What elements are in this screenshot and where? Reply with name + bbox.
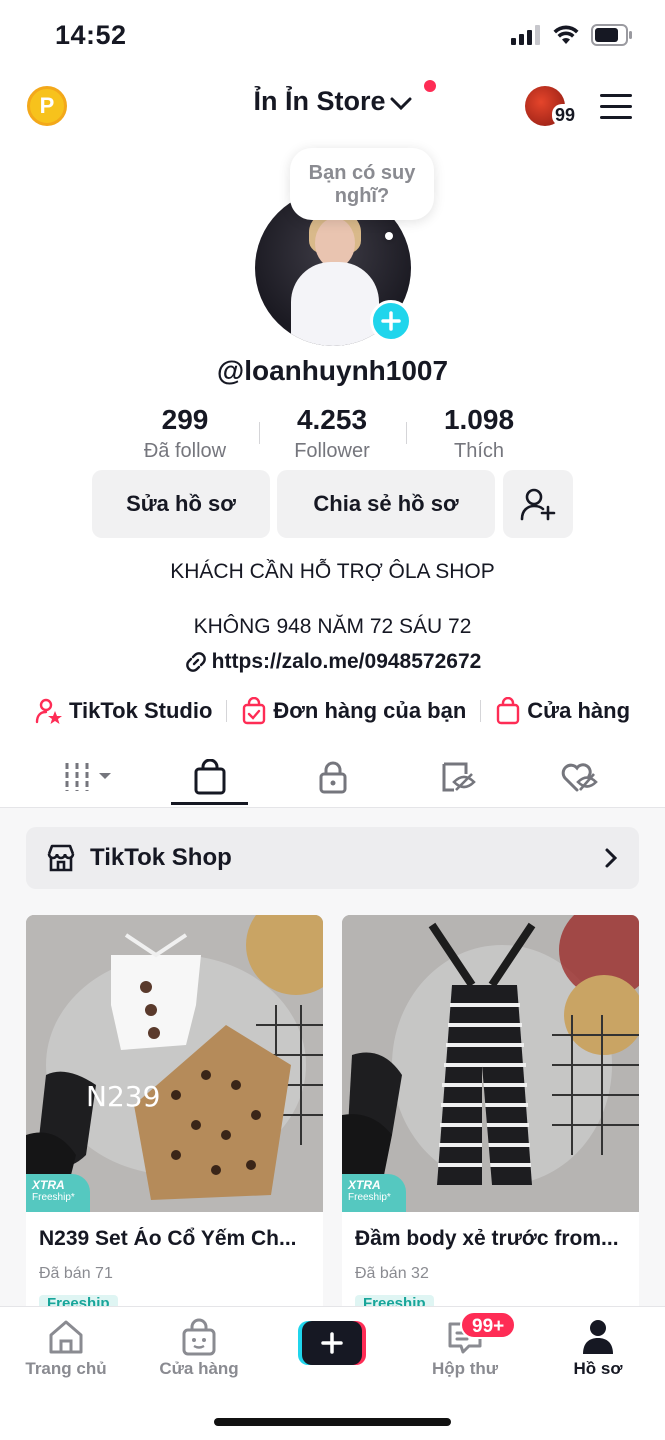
avatar-count: 99: [552, 104, 579, 126]
shop-link[interactable]: Cửa hàng: [495, 697, 630, 725]
product-title: Đầm body xẻ trước from...: [355, 1227, 619, 1250]
shop-bar-label: TikTok Shop: [90, 844, 232, 871]
shop-label: Cửa hàng: [527, 698, 631, 723]
product-image: XTRA Freeship*: [342, 915, 639, 1212]
stat-value: 1.098: [443, 404, 515, 435]
tab-shop[interactable]: [180, 754, 240, 800]
thought-bubble[interactable]: Bạn có suy nghĩ?: [290, 148, 434, 220]
tab-videos[interactable]: [57, 754, 117, 800]
stat-label: Follower: [294, 440, 370, 462]
nav-home-label: Trang chủ: [25, 1359, 107, 1378]
xtra-sub: Freeship*: [348, 1192, 391, 1203]
studio-label: TikTok Studio: [68, 698, 213, 723]
tab-liked[interactable]: [549, 754, 609, 800]
orders-icon: [243, 697, 266, 725]
profile-link[interactable]: https://zalo.me/0948572672: [0, 650, 665, 674]
lock-icon: [319, 761, 347, 794]
profile-stats: 299 Đã follow 4.253 Follower 1.098 Thích: [0, 404, 665, 464]
link-icon: [185, 652, 206, 673]
chevron-right-icon: [605, 848, 618, 868]
nav-profile-label: Hồ sơ: [573, 1359, 623, 1378]
xtra-freeship-badge: XTRA Freeship*: [342, 1174, 406, 1212]
shopping-bag-icon: [497, 697, 520, 725]
menu-icon[interactable]: [600, 94, 632, 127]
stat-label: Thích: [453, 440, 505, 462]
add-friend-button[interactable]: [503, 470, 573, 538]
plus-icon: [321, 1332, 343, 1354]
wifi-icon: [553, 25, 579, 44]
nav-shop-label: Cửa hàng: [159, 1359, 239, 1378]
signal-icon: [511, 25, 540, 45]
xtra-label: XTRA: [348, 1178, 381, 1192]
stat-likes[interactable]: 1.098 Thích: [404, 404, 554, 463]
bubble-dot: [385, 232, 393, 240]
product-sold: Đã bán 32: [355, 1265, 429, 1282]
username: @loanhuynh1007: [216, 355, 449, 386]
product-sold: Đã bán 71: [39, 1265, 113, 1282]
hidden-repost-icon: [442, 762, 476, 792]
stat-following[interactable]: 299 Đã follow: [110, 404, 260, 463]
top-bar: P Ỉn Ỉn Store 99: [0, 76, 665, 136]
nav-shop[interactable]: Cửa hàng: [144, 1315, 254, 1379]
notification-dot: [424, 80, 436, 92]
divider: [480, 700, 482, 722]
nav-inbox-label: Hộp thư: [431, 1359, 499, 1378]
share-profile-button[interactable]: Chia sẻ hồ sơ: [277, 470, 495, 538]
quick-links: TikTok Studio Đơn hàng của bạn Cửa hàng: [0, 694, 665, 728]
stat-value: 4.253: [296, 404, 368, 435]
bio-line: KHÔNG 948 NĂM 72 SÁU 72: [193, 615, 472, 638]
hidden-heart-icon: [561, 763, 598, 792]
xtra-sub: Freeship*: [32, 1192, 75, 1203]
add-story-icon[interactable]: [370, 300, 412, 342]
stat-label: Đã follow: [143, 440, 227, 462]
home-indicator: [214, 1418, 451, 1426]
tiktok-shop-button[interactable]: TikTok Shop: [26, 827, 639, 889]
stat-value: 299: [161, 404, 209, 435]
orders-link[interactable]: Đơn hàng của bạn: [241, 697, 466, 725]
xtra-freeship-badge: XTRA Freeship*: [26, 1174, 90, 1212]
status-time: 14:52: [55, 20, 127, 50]
link-text: https://zalo.me/0948572672: [211, 650, 482, 673]
product-card[interactable]: XTRA Freeship* Đầm body xẻ trước from... …: [342, 915, 639, 1315]
product-card[interactable]: N239 XTRA Freeship* N239 Set Áo Cổ Yếm Ch…: [26, 915, 323, 1315]
battery-icon: [591, 24, 632, 46]
nav-home[interactable]: Trang chủ: [11, 1315, 121, 1379]
tiktok-studio-link[interactable]: TikTok Studio: [35, 697, 212, 725]
shopping-bag-icon: [194, 759, 226, 795]
product-image: N239 XTRA Freeship*: [26, 915, 323, 1212]
tab-private[interactable]: [303, 754, 363, 800]
divider: [226, 700, 228, 722]
studio-icon: [35, 698, 62, 724]
profile-tabs: [0, 750, 665, 808]
tab-underline: [171, 802, 248, 805]
home-icon: [49, 1320, 83, 1354]
store-icon: [47, 844, 75, 872]
status-bar: 14:52: [0, 0, 665, 70]
product-title: N239 Set Áo Cổ Yếm Ch...: [39, 1227, 297, 1250]
edit-profile-button[interactable]: Sửa hồ sơ: [92, 470, 270, 538]
add-user-icon: [520, 488, 556, 521]
product-image-label: N239: [86, 1080, 161, 1113]
chevron-down-icon: [390, 87, 412, 118]
shopping-bag-icon: [182, 1318, 216, 1356]
orders-label: Đơn hàng của bạn: [273, 698, 467, 723]
store-name: Ỉn Ỉn Store: [253, 86, 386, 116]
xtra-label: XTRA: [32, 1178, 65, 1192]
tab-reposts[interactable]: [428, 754, 488, 800]
inbox-badge: 99+: [460, 1311, 517, 1339]
create-button[interactable]: [298, 1321, 366, 1365]
profile-icon: [583, 1320, 613, 1354]
grid-icon: [65, 763, 111, 791]
stat-followers[interactable]: 4.253 Follower: [257, 404, 407, 463]
nav-profile[interactable]: Hồ sơ: [543, 1315, 653, 1379]
bio-line: KHÁCH CẦN HỖ TRỢ ÔLA SHOP: [170, 560, 495, 583]
